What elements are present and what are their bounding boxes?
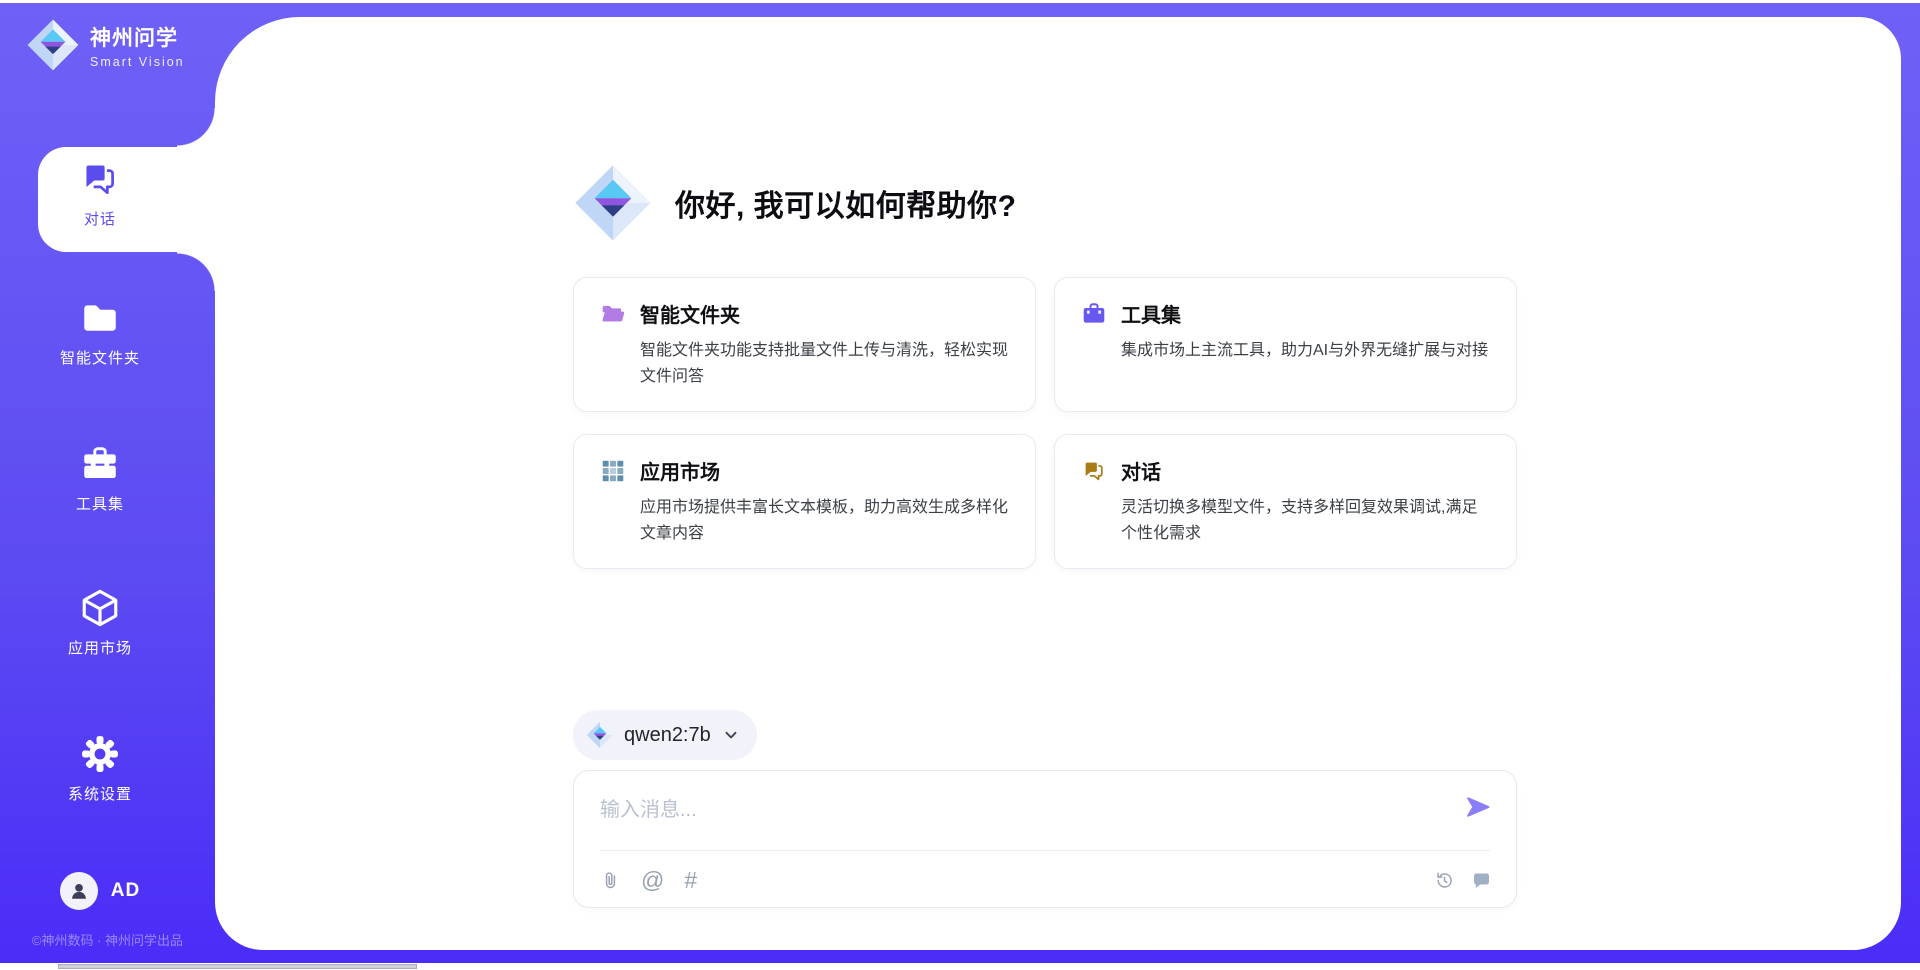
brand-diamond-logo-icon xyxy=(26,18,80,72)
composer-divider xyxy=(600,850,1490,851)
card-header: 应用市场 xyxy=(600,456,1009,485)
model-selector[interactable]: qwen2:7b xyxy=(573,710,757,760)
card-title: 对话 xyxy=(1121,456,1161,485)
card-description: 智能文件夹功能支持批量文件上传与清洗，轻松实现文件问答 xyxy=(640,338,1009,389)
composer-toolbar: @ # xyxy=(600,863,1492,897)
main-content: 你好, 我可以如何帮助你? 智能文件夹 智能文件夹功能支持批量文件上传与清洗，轻… xyxy=(215,17,1901,950)
chevron-down-icon xyxy=(723,727,739,743)
history-icon[interactable] xyxy=(1434,870,1455,891)
greeting-diamond-logo-icon xyxy=(573,163,653,243)
composer-tools-right xyxy=(1434,870,1492,891)
sidebar-item-settings[interactable]: 系统设置 xyxy=(0,733,200,804)
chat-icon xyxy=(1081,458,1107,484)
copyright-footer: ©神州数码 · 神州问学出品 xyxy=(0,930,215,949)
attachment-icon[interactable] xyxy=(600,870,621,891)
avatar xyxy=(60,872,98,910)
feature-cards: 智能文件夹 智能文件夹功能支持批量文件上传与清洗，轻松实现文件问答 工具集 xyxy=(573,277,1517,569)
card-smart-folder[interactable]: 智能文件夹 智能文件夹功能支持批量文件上传与清洗，轻松实现文件问答 xyxy=(573,277,1036,412)
card-description: 应用市场提供丰富长文本模板，助力高效生成多样化文章内容 xyxy=(640,495,1009,546)
sidebar-item-label: 工具集 xyxy=(76,493,124,514)
greeting: 你好, 我可以如何帮助你? xyxy=(573,163,1517,243)
message-input[interactable] xyxy=(574,771,1456,845)
app-frame: 神州问学 Smart Vision 对话 智能文件夹 xyxy=(0,3,1920,963)
sidebar-item-label: 智能文件夹 xyxy=(60,347,140,368)
mention-icon[interactable]: @ xyxy=(641,869,664,892)
active-nav-pill-fillet-bottom xyxy=(177,252,216,291)
grid-icon xyxy=(600,458,626,484)
sidebar-item-label: 对话 xyxy=(84,208,116,229)
card-header: 智能文件夹 xyxy=(600,299,1009,328)
send-icon[interactable] xyxy=(1464,793,1492,821)
sidebar-item-toolset[interactable]: 工具集 xyxy=(0,443,200,514)
briefcase-icon xyxy=(1081,301,1107,327)
sidebar-item-chat[interactable]: 对话 xyxy=(0,158,200,229)
model-diamond-logo-icon xyxy=(586,721,614,749)
active-nav-pill-fillet-top xyxy=(177,108,216,147)
greeting-text: 你好, 我可以如何帮助你? xyxy=(675,181,1017,225)
sidebar: 神州问学 Smart Vision 对话 智能文件夹 xyxy=(0,3,215,963)
main-column: 你好, 我可以如何帮助你? 智能文件夹 智能文件夹功能支持批量文件上传与清洗，轻… xyxy=(573,17,1517,950)
card-title: 工具集 xyxy=(1121,299,1181,328)
user-account[interactable]: AD xyxy=(0,872,200,910)
card-app-market[interactable]: 应用市场 应用市场提供丰富长文本模板，助力高效生成多样化文章内容 xyxy=(573,434,1036,569)
message-composer: @ # xyxy=(573,770,1517,908)
horizontal-scrollbar xyxy=(0,963,1920,970)
hashtag-icon[interactable]: # xyxy=(684,869,697,892)
card-chat[interactable]: 对话 灵活切换多模型文件，支持多样回复效果调试,满足个性化需求 xyxy=(1054,434,1517,569)
sidebar-item-app-market[interactable]: 应用市场 xyxy=(0,587,200,658)
chat-icon xyxy=(79,158,121,200)
composer-tools-left: @ # xyxy=(600,869,697,892)
card-title: 智能文件夹 xyxy=(640,299,740,328)
folder-icon xyxy=(79,297,121,339)
brand: 神州问学 Smart Vision xyxy=(26,18,185,72)
cube-icon xyxy=(79,587,121,629)
card-title: 应用市场 xyxy=(640,456,720,485)
sidebar-item-smart-folder[interactable]: 智能文件夹 xyxy=(0,297,200,368)
spacer xyxy=(573,569,1517,710)
card-header: 对话 xyxy=(1081,456,1490,485)
sidebar-item-label: 应用市场 xyxy=(68,637,132,658)
sidebar-item-label: 系统设置 xyxy=(68,783,132,804)
card-description: 集成市场上主流工具，助力AI与外界无缝扩展与对接 xyxy=(1121,338,1490,364)
gear-icon xyxy=(79,733,121,775)
user-initials: AD xyxy=(111,880,140,902)
card-description: 灵活切换多模型文件，支持多样回复效果调试,满足个性化需求 xyxy=(1121,495,1490,546)
card-toolset[interactable]: 工具集 集成市场上主流工具，助力AI与外界无缝扩展与对接 xyxy=(1054,277,1517,412)
feedback-bubble-icon[interactable] xyxy=(1471,870,1492,891)
folder-open-icon xyxy=(600,301,626,327)
card-header: 工具集 xyxy=(1081,299,1490,328)
toolbox-icon xyxy=(79,443,121,485)
brand-text: 神州问学 Smart Vision xyxy=(90,22,185,69)
brand-subtitle: Smart Vision xyxy=(90,55,185,69)
horizontal-scrollbar-thumb[interactable] xyxy=(58,964,417,969)
model-name: qwen2:7b xyxy=(624,724,711,747)
person-icon xyxy=(68,880,90,902)
brand-name: 神州问学 xyxy=(90,22,185,52)
